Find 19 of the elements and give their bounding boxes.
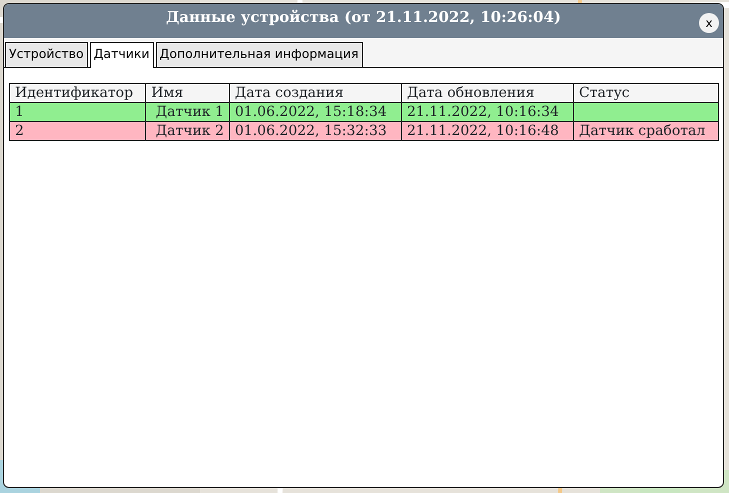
column-header: Статус <box>574 83 718 102</box>
table-cell: 21.11.2022, 10:16:48 <box>401 121 574 140</box>
close-button[interactable]: x <box>699 13 719 33</box>
table-cell: Датчик 2 <box>146 121 230 140</box>
table-cell: Датчик сработал <box>574 121 718 140</box>
window-title: Данные устройства (от 21.11.2022, 10:26:04) <box>166 6 562 28</box>
table-cell: 01.06.2022, 15:18:34 <box>229 102 402 122</box>
table-cell: Датчик 1 <box>146 102 230 122</box>
table-cell: 01.06.2022, 15:32:33 <box>229 121 402 140</box>
column-header: Имя <box>146 83 230 102</box>
tab[interactable]: Устройство <box>5 42 88 67</box>
tab[interactable]: Датчики <box>90 42 154 68</box>
table-cell: 2 <box>10 121 146 140</box>
column-header: Дата создания <box>229 83 402 102</box>
table-cell: 1 <box>10 102 146 122</box>
tab[interactable]: Дополнительная информация <box>156 42 363 67</box>
column-header: Дата обновления <box>401 83 574 102</box>
table-cell: 21.11.2022, 10:16:34 <box>401 102 574 122</box>
column-header: Идентификатор <box>10 83 146 102</box>
